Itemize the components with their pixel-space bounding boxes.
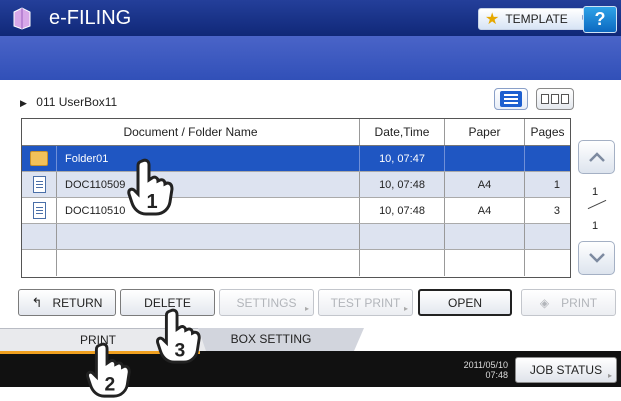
pointing-hand-icon: 3	[156, 308, 201, 364]
page-current: 1	[592, 186, 599, 198]
template-label: TEMPLATE	[505, 12, 568, 26]
return-icon: ↰	[31, 294, 43, 310]
callout-number: 2	[105, 374, 116, 395]
row-name: DOC110509	[57, 172, 360, 197]
open-label: OPEN	[447, 295, 482, 310]
template-button[interactable]: ★ TEMPLATE ▸	[478, 8, 594, 30]
table-row[interactable]: DOC110510 10, 07:48 A4 3	[22, 198, 570, 224]
datetime-display: 2011/05/10 07:48	[452, 360, 508, 380]
header-paper: Paper	[445, 119, 525, 145]
scroll-up-button[interactable]	[578, 140, 615, 174]
title-bar: e-FILING ★ TEMPLATE ▸ ?	[0, 0, 621, 36]
list-view-button[interactable]	[494, 88, 528, 110]
help-button[interactable]: ?	[583, 6, 617, 33]
row-pages	[525, 146, 570, 171]
table-row-empty	[22, 224, 570, 250]
app-title: e-FILING	[49, 7, 132, 29]
row-date: 10, 07:48	[360, 198, 445, 223]
table-row-empty	[22, 250, 570, 276]
status-time: 07:48	[485, 370, 508, 380]
tab-box-setting[interactable]: BOX SETTING	[178, 328, 364, 351]
row-paper: A4	[445, 172, 525, 197]
row-date: 10, 07:48	[360, 172, 445, 197]
header-name: Document / Folder Name	[22, 119, 360, 145]
thumbnail-view-icon	[541, 94, 549, 104]
box-breadcrumb: ▶ 011 UserBox11	[20, 95, 117, 109]
table-row[interactable]: DOC110509 10, 07:48 A4 1	[22, 172, 570, 198]
job-status-button[interactable]: JOB STATUS ▸	[515, 357, 617, 383]
scroll-down-button[interactable]	[578, 241, 615, 275]
settings-label: SETTINGS	[236, 295, 297, 310]
folder-icon	[30, 151, 48, 166]
table-header: Document / Folder Name Date,Time Paper P…	[22, 119, 570, 146]
row-date: 10, 07:47	[360, 146, 445, 171]
box-name: 011 UserBox11	[36, 95, 118, 109]
header-date: Date,Time	[360, 119, 445, 145]
star-icon: ★	[485, 11, 500, 28]
help-icon: ?	[594, 9, 606, 29]
table-row[interactable]: Folder01 10, 07:47	[22, 146, 570, 172]
document-icon	[32, 202, 46, 219]
submenu-arrow-icon: ▸	[304, 304, 309, 313]
thumbnail-view-button[interactable]	[536, 88, 574, 110]
print-label: PRINT	[561, 295, 598, 310]
settings-button[interactable]: SETTINGS ▸	[219, 289, 314, 316]
return-button[interactable]: ↰ RETURN	[18, 289, 116, 316]
list-view-icon	[500, 91, 522, 107]
scroll-down-icon	[588, 253, 605, 263]
header-pages: Pages	[530, 125, 565, 139]
pointing-hand-icon: 1	[127, 158, 174, 216]
open-button[interactable]: OPEN	[418, 289, 512, 316]
submenu-arrow-icon: ▸	[403, 304, 408, 313]
test-print-label: TEST PRINT	[330, 295, 401, 310]
row-paper	[445, 146, 525, 171]
document-icon	[32, 176, 46, 193]
status-date: 2011/05/10	[463, 360, 508, 370]
row-name: Folder01	[57, 146, 360, 171]
return-label: RETURN	[52, 295, 103, 310]
test-print-button[interactable]: TEST PRINT ▸	[318, 289, 413, 316]
page-total: 1	[592, 220, 599, 232]
row-paper: A4	[445, 198, 525, 223]
scroll-up-icon	[588, 152, 605, 162]
tab-box-setting-label: BOX SETTING	[230, 332, 312, 346]
row-pages: 3	[553, 204, 560, 217]
breadcrumb-arrow-icon: ▶	[20, 98, 27, 108]
document-table: Document / Folder Name Date,Time Paper P…	[21, 118, 571, 278]
callout-number: 3	[175, 340, 186, 361]
print-button[interactable]: ◈ PRINT	[521, 289, 616, 316]
e-filing-logo-icon	[13, 7, 31, 30]
callout-number: 1	[146, 191, 157, 213]
job-status-label: JOB STATUS	[529, 363, 603, 377]
print-icon: ◈	[539, 295, 550, 310]
header-band	[0, 36, 621, 80]
pointing-hand-icon: 2	[86, 342, 131, 398]
row-pages: 1	[553, 178, 560, 191]
submenu-arrow-icon: ▸	[607, 371, 612, 380]
row-name: DOC110510	[57, 198, 360, 223]
